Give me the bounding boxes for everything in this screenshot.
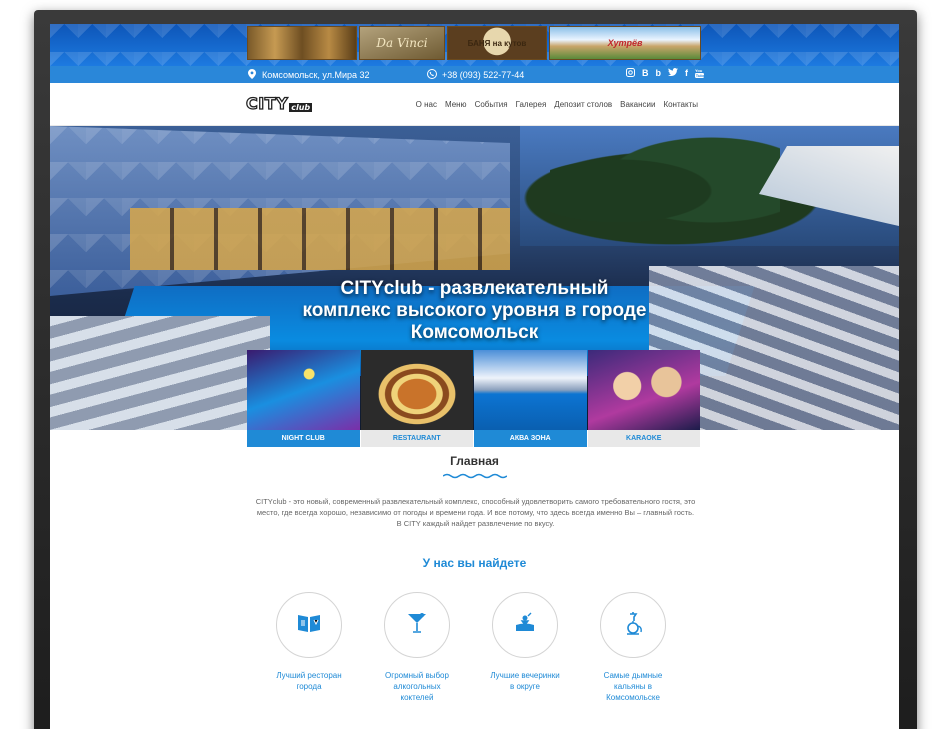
ad-banner-banya[interactable]: БАНЯ на кутов	[447, 26, 547, 60]
dj-party-icon	[514, 612, 536, 639]
feature-text-line: Огромный выбор	[385, 671, 449, 680]
ad-banner-davinci[interactable]: Da Vinci	[359, 26, 445, 60]
feature-text: Лучший ресторан города	[269, 670, 349, 692]
tile-karaoke[interactable]: KARAOKE	[587, 350, 700, 447]
feature-text-line: алкогольных	[393, 682, 441, 691]
tile-aqua-zone[interactable]: АКВА ЗОНА	[474, 350, 587, 447]
hero-title-line: CITYclub - развлекательный	[340, 278, 609, 299]
ad-strip: Da Vinci БАНЯ на кутов Хутрёв	[247, 26, 701, 60]
tile-label: KARAOKE	[587, 430, 700, 447]
feature-circle	[276, 592, 342, 658]
youtube-icon[interactable]: You Tube	[695, 68, 706, 80]
menu-item-events[interactable]: События	[475, 100, 508, 109]
ad-banner-khutir[interactable]: Хутрёв	[549, 26, 701, 60]
feature-text-line: коктелей	[400, 693, 434, 702]
logo-city-text: CITY	[245, 94, 289, 113]
hero-title-line: комплекс высокого уровня в городе	[302, 300, 647, 321]
svg-text:Tube: Tube	[696, 73, 704, 78]
feature-cocktails[interactable]: Огромный выбор алкогольных коктелей	[377, 592, 457, 703]
feature-circle	[600, 592, 666, 658]
karaoke-image	[587, 350, 700, 430]
feature-text-line: Самые дымные	[603, 671, 663, 680]
feature-restaurant[interactable]: Лучший ресторан города	[269, 592, 349, 692]
feature-hookah[interactable]: Самые дымные кальяны в Комсомольске	[593, 592, 673, 703]
logo-club-text: club	[289, 103, 313, 112]
phone-icon	[427, 69, 437, 80]
menu-item-contacts[interactable]: Контакты	[663, 100, 698, 109]
address-block: Комсомольск, ул.Мира 32	[247, 69, 370, 80]
tile-restaurant[interactable]: RESTAURANT	[360, 350, 473, 447]
hookah-icon	[623, 611, 643, 640]
website-screen: Da Vinci БАНЯ на кутов Хутрёв Комсомольс…	[50, 24, 899, 729]
features-title: У нас вы найдете	[422, 556, 527, 570]
feature-circle	[384, 592, 450, 658]
main-menu: О нас Меню События Галерея Депозит столо…	[416, 100, 698, 109]
main-navbar: CITY club О нас Меню События Галерея Деп…	[50, 83, 899, 126]
contact-bar: Комсомольск, ул.Мира 32 +38 (093) 522-77…	[50, 66, 899, 83]
map-pin-icon	[247, 69, 257, 80]
tile-label: NIGHT CLUB	[247, 430, 360, 447]
page-title: Главная	[450, 454, 499, 468]
twitter-icon[interactable]	[668, 68, 678, 80]
feature-circle	[492, 592, 558, 658]
address-text: Комсомольск, ул.Мира 32	[262, 69, 370, 80]
b-icon[interactable]: b	[656, 68, 662, 80]
hero-windows	[130, 208, 510, 270]
feature-text: Самые дымные кальяны в Комсомольске	[593, 670, 673, 703]
ad-banner-gallery[interactable]	[247, 26, 357, 60]
hero-trees	[550, 136, 780, 246]
feature-text-line: кальяны в	[614, 682, 652, 691]
features-row: Лучший ресторан города Огромный выбор ал…	[269, 592, 679, 712]
menu-item-gallery[interactable]: Галерея	[516, 100, 547, 109]
menu-book-icon	[297, 613, 321, 638]
cocktail-glass-icon	[407, 612, 427, 639]
tile-night-club[interactable]: NIGHT CLUB	[247, 350, 360, 447]
menu-item-menu[interactable]: Меню	[445, 100, 467, 109]
cityclub-logo[interactable]: CITY club	[245, 94, 313, 113]
feature-text-line: в округе	[510, 682, 540, 691]
hero-title-line: Комсомольск	[410, 322, 539, 343]
feature-text-line: Лучшие вечеринки	[490, 671, 560, 680]
feature-text-line: Комсомольске	[606, 693, 660, 702]
top-ad-banner: Da Vinci БАНЯ на кутов Хутрёв	[50, 24, 899, 66]
category-tiles: NIGHT CLUB RESTAURANT АКВА ЗОНА KARAOKE	[247, 350, 700, 447]
social-links: B b f You Tube	[626, 68, 706, 80]
phone-text: +38 (093) 522-77-44	[442, 69, 525, 80]
hero-title: CITYclub - развлекательный комплекс высо…	[50, 278, 899, 344]
facebook-icon[interactable]: f	[685, 68, 688, 80]
night-club-image	[247, 350, 360, 430]
feature-text-line: города	[296, 682, 322, 691]
feature-text: Огромный выбор алкогольных коктелей	[377, 670, 457, 703]
instagram-icon[interactable]	[626, 68, 635, 80]
feature-text: Лучшие вечеринки в округе	[485, 670, 565, 692]
feature-parties[interactable]: Лучшие вечеринки в округе	[485, 592, 565, 692]
tile-label: RESTAURANT	[360, 430, 473, 447]
feature-text-line: Лучший ресторан	[276, 671, 342, 680]
aqua-zone-image	[474, 350, 587, 430]
menu-item-vacancies[interactable]: Вакансии	[620, 100, 655, 109]
vk-icon[interactable]: B	[642, 68, 649, 80]
menu-item-about[interactable]: О нас	[416, 100, 437, 109]
intro-text: CITYclub - это новый, современный развле…	[255, 497, 696, 528]
menu-item-table-deposit[interactable]: Депозит столов	[554, 100, 612, 109]
wave-divider	[443, 473, 507, 479]
tile-label: АКВА ЗОНА	[474, 430, 587, 447]
restaurant-image	[360, 350, 473, 430]
phone-block[interactable]: +38 (093) 522-77-44	[427, 69, 524, 80]
